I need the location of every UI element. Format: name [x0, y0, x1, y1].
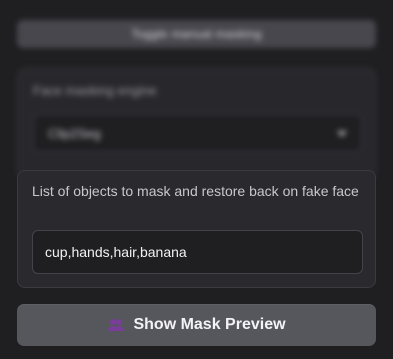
blurred-top-section: Toggle manual masking Face masking engin…	[0, 0, 393, 180]
app-root: Toggle manual masking Face masking engin…	[0, 0, 393, 359]
toggle-manual-masking-label: Toggle manual masking	[131, 27, 262, 41]
objects-to-mask-panel: List of objects to mask and restore back…	[17, 170, 376, 288]
face-masking-engine-select[interactable]: Clip2Seg	[33, 114, 362, 152]
face-masking-engine-selected-value: Clip2Seg	[48, 125, 101, 141]
show-mask-preview-label: Show Mask Preview	[133, 316, 286, 333]
people-icon	[108, 319, 125, 331]
objects-to-mask-input[interactable]	[32, 230, 363, 274]
toggle-manual-masking-button[interactable]: Toggle manual masking	[17, 20, 376, 48]
face-masking-engine-panel: Face masking engine Clip2Seg	[17, 68, 376, 180]
show-mask-preview-button[interactable]: Show Mask Preview	[17, 304, 376, 346]
chevron-down-icon	[337, 131, 347, 137]
objects-to-mask-label: List of objects to mask and restore back…	[32, 183, 359, 199]
face-masking-engine-label: Face masking engine	[33, 83, 157, 98]
